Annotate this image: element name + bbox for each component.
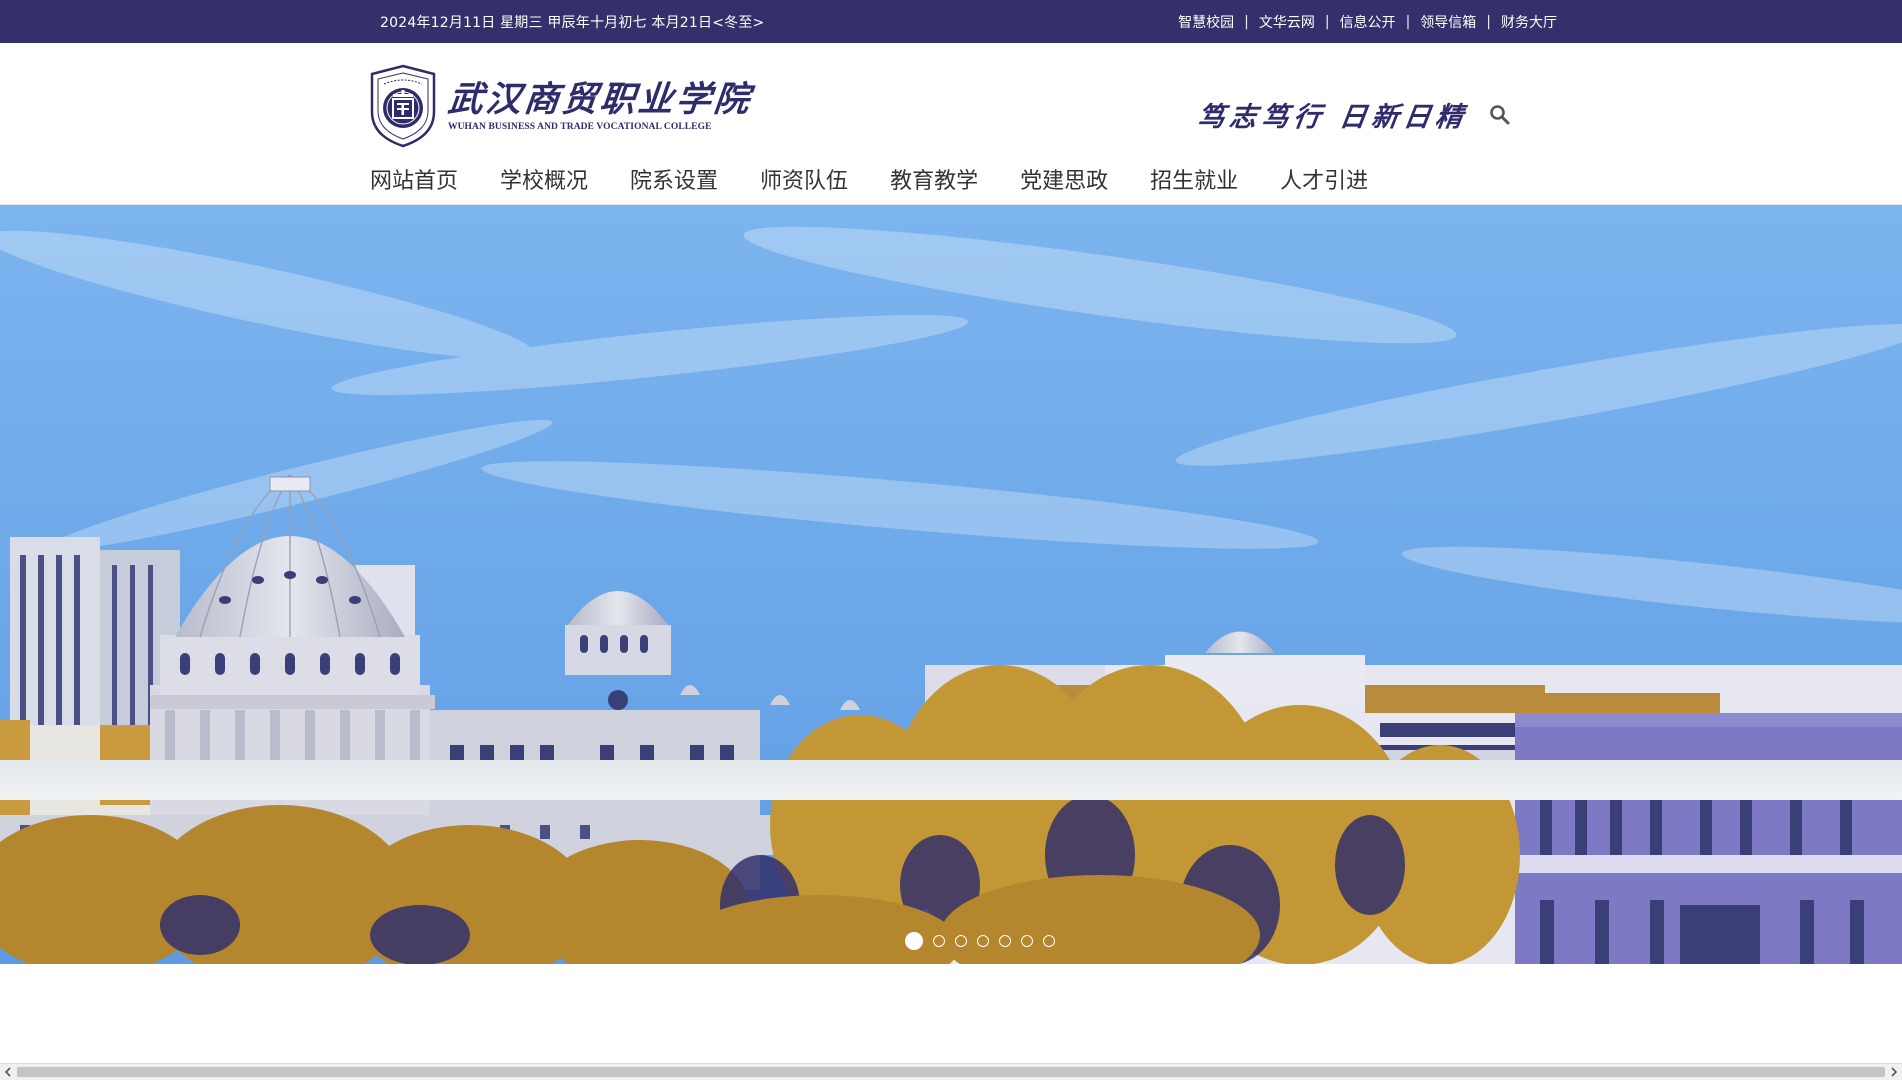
site-header: 武汉商贸职业学院 WUHAN BUSINESS AND TRADE VOCATI… [0, 43, 1902, 205]
horizontal-scrollbar[interactable] [0, 1063, 1902, 1080]
logo-text: 武汉商贸职业学院 WUHAN BUSINESS AND TRADE VOCATI… [445, 79, 755, 132]
slide-indicators [905, 932, 1065, 950]
search-icon[interactable] [1488, 103, 1512, 127]
link-separator: | [1486, 14, 1491, 30]
slide-dot-2[interactable] [933, 935, 945, 947]
logo-chinese-name: 武汉商贸职业学院 [445, 79, 755, 120]
campus-dome-building-photo [0, 205, 1902, 964]
slide-dot-6[interactable] [1021, 935, 1033, 947]
nav-item-departments[interactable]: 院系设置 [630, 163, 718, 195]
nav-item-home[interactable]: 网站首页 [370, 163, 458, 195]
school-motto: 笃志笃行 日新日精 [1195, 95, 1470, 134]
slide-dot-7[interactable] [1043, 935, 1055, 947]
slide-dot-1[interactable] [905, 932, 923, 950]
link-separator: | [1244, 14, 1249, 30]
motto-left: 笃志笃行 [1195, 102, 1328, 133]
hero-banner [0, 205, 1902, 964]
nav-item-talent[interactable]: 人才引进 [1280, 163, 1368, 195]
motto-right: 日新日精 [1337, 102, 1470, 133]
college-emblem-icon [370, 64, 436, 148]
nav-item-faculty[interactable]: 师资队伍 [760, 163, 848, 195]
top-link-smart-campus[interactable]: 智慧校园 [1178, 12, 1234, 32]
slide-dot-4[interactable] [977, 935, 989, 947]
nav-item-admissions[interactable]: 招生就业 [1150, 163, 1238, 195]
slide-dot-3[interactable] [955, 935, 967, 947]
link-separator: | [1405, 14, 1411, 30]
scrollbar-thumb[interactable] [17, 1067, 1885, 1077]
nav-item-education[interactable]: 教育教学 [890, 163, 978, 195]
nav-item-party-building[interactable]: 党建思政 [1020, 163, 1108, 195]
main-nav: 网站首页 学校概况 院系设置 师资队伍 教育教学 党建思政 招生就业 人才引进 [370, 159, 1368, 199]
scroll-left-arrow-icon[interactable] [0, 1064, 17, 1080]
link-separator: | [1324, 14, 1330, 30]
slide-dot-5[interactable] [999, 935, 1011, 947]
date-text: 2024年12月11日 星期三 甲辰年十月初七 本月21日<冬至> [380, 15, 765, 31]
site-logo[interactable]: 武汉商贸职业学院 WUHAN BUSINESS AND TRADE VOCATI… [368, 63, 755, 149]
nav-item-about[interactable]: 学校概况 [500, 163, 588, 195]
logo-english-name: WUHAN BUSINESS AND TRADE VOCATIONAL COLL… [448, 122, 712, 132]
top-link-info-public[interactable]: 信息公开 [1340, 12, 1396, 32]
top-link-leader-mailbox[interactable]: 领导信箱 [1420, 12, 1476, 32]
top-link-finance-hall[interactable]: 财务大厅 [1501, 12, 1557, 32]
top-links: 智慧校园 | 文华云网 | 信息公开 | 领导信箱 | 财务大厅 [1178, 12, 1557, 32]
scroll-right-arrow-icon[interactable] [1885, 1064, 1902, 1080]
banner-bottom-fade [0, 760, 1902, 800]
top-bar: 2024年12月11日 星期三 甲辰年十月初七 本月21日<冬至> 智慧校园 |… [0, 0, 1902, 43]
top-link-wenhua-cloud[interactable]: 文华云网 [1259, 12, 1315, 32]
